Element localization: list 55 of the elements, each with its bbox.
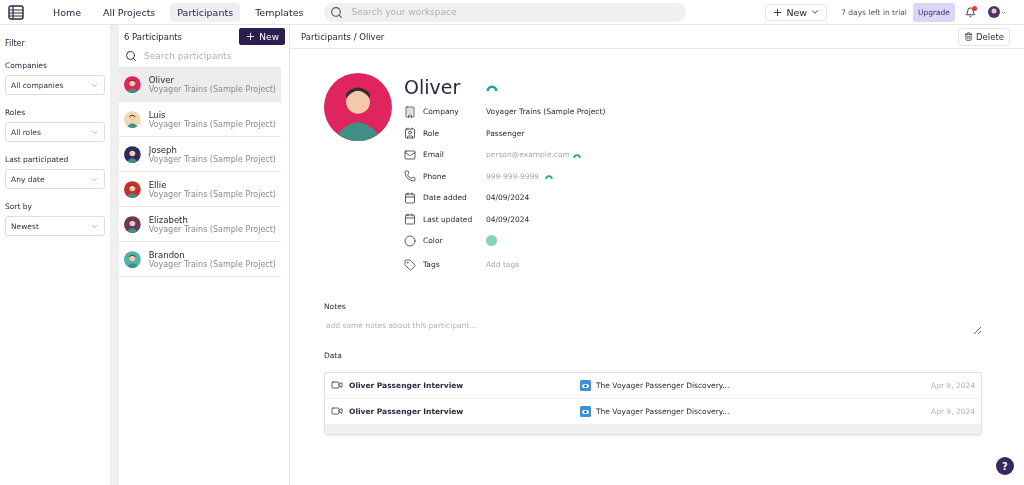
participant-project: Voyager Trains (Sample Project) [148,224,276,234]
search-bar[interactable]: Search your workspace [324,2,687,22]
nav-tab[interactable]: Templates [248,2,311,22]
search-icon [125,50,137,62]
participant-title: Oliver [404,76,461,98]
project-icon [580,379,591,391]
building-icon [404,105,416,118]
participant-name: Oliver [148,74,175,85]
participant-name: Elizabeth [148,214,189,225]
search-input[interactable]: Search your workspace [349,6,681,18]
participant-project: Voyager Trains (Sample Project) [148,84,276,94]
participant-name: Luis [148,109,167,120]
filter-title: Filter [5,39,26,48]
project-icon [580,405,591,417]
mail-icon [404,148,416,161]
chevron-down-icon [810,7,821,17]
sync-icon [572,151,581,158]
video-icon [331,405,343,417]
avatar [324,73,392,141]
help-button[interactable]: ? [996,457,1014,475]
calendar-icon [404,191,416,204]
plus-icon [772,6,784,18]
new-button[interactable]: New [765,3,828,21]
table-logo-icon[interactable] [8,4,24,20]
participant-project: Voyager Trains (Sample Project) [148,154,276,164]
trash-icon [964,32,974,41]
scrollbar[interactable] [110,25,119,485]
search-icon [330,5,344,19]
participant-project: Voyager Trains (Sample Project) [148,189,276,199]
participant-search-field[interactable]: Search participants [142,50,283,62]
participant-project: Voyager Trains (Sample Project) [148,259,276,269]
new-participant-button[interactable]: New [239,28,285,45]
video-icon [331,379,343,391]
tag-icon [404,258,416,271]
circle-icon [404,234,416,247]
sync-icon [545,173,554,180]
scrollbar[interactable] [325,424,981,434]
nav-tab[interactable]: Participants [170,2,241,22]
participant-name: Joseph [148,144,177,155]
participant-name: Ellie [148,179,168,190]
user-avatar[interactable] [988,6,1006,18]
participant-count: 6 Participants [124,31,183,42]
color-dot[interactable] [486,235,497,247]
participant-project: Voyager Trains (Sample Project) [148,119,276,129]
id-card-icon [404,127,416,140]
participant-name: Brandon [148,249,186,260]
calendar-icon [404,213,416,226]
breadcrumb: Participants / Oliver [301,31,385,42]
phone-icon [404,170,416,183]
delete-button[interactable]: Delete [958,27,1010,46]
nav-tab[interactable]: Home [46,2,89,22]
plus-icon [245,31,257,42]
nav-tab[interactable]: All Projects [96,2,163,22]
participant-row[interactable]: Oliver Voyager Trains (Sample Project) [119,67,281,102]
bell-icon[interactable] [965,6,976,18]
